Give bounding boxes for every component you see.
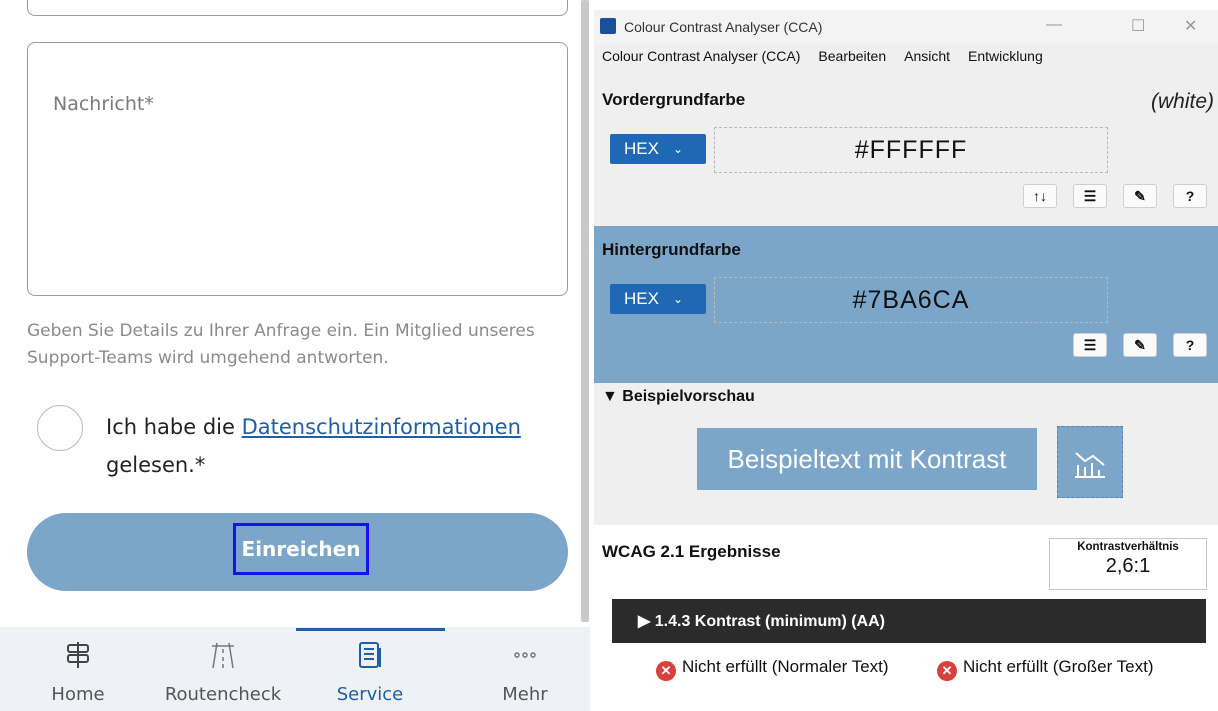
tab-routencheck-label: Routencheck	[164, 684, 282, 705]
chevron-down-icon: ⌄	[672, 292, 684, 306]
mobile-app-panel: Nachricht* Geben Sie Details zu Ihrer An…	[0, 0, 594, 711]
menu-item-bearbeiten[interactable]: Bearbeiten	[818, 48, 886, 74]
message-textarea[interactable]: Nachricht*	[27, 42, 568, 296]
helper-text: Geben Sie Details zu Ihrer Anfrage ein. …	[27, 321, 535, 368]
menu-item-ansicht[interactable]: Ansicht	[904, 48, 950, 74]
tab-service[interactable]: Service	[310, 640, 430, 710]
foreground-hex-input[interactable]: #FFFFFF	[714, 127, 1108, 173]
tab-mehr[interactable]: Mehr	[465, 640, 585, 710]
foreground-format-select[interactable]: HEX ⌄	[610, 134, 706, 164]
consent-text: Ich habe die Datenschutzinformationen ge…	[106, 408, 546, 484]
eyedropper-icon[interactable]: ✎	[1123, 333, 1157, 357]
result-large-text: ✕ Nicht erfüllt (Großer Text)	[937, 656, 1217, 681]
tab-routencheck[interactable]: Routencheck	[163, 640, 283, 710]
minimize-icon[interactable]: —	[1046, 16, 1062, 34]
window-title: Colour Contrast Analyser (CCA)	[624, 19, 823, 35]
document-icon	[310, 640, 430, 670]
menu-bar: Colour Contrast Analyser (CCA) Bearbeite…	[594, 48, 1218, 74]
result-normal-label: Nicht erfüllt (Normaler Text)	[682, 657, 889, 676]
criterion-1-4-3-toggle[interactable]: ▶ 1.4.3 Kontrast (minimum) (AA)	[612, 599, 1206, 643]
scrollbar[interactable]	[581, 0, 589, 622]
title-bar: Colour Contrast Analyser (CCA) — ☐ ✕	[594, 10, 1218, 44]
foreground-color-name: (white)	[1150, 90, 1214, 113]
menu-item-app[interactable]: Colour Contrast Analyser (CCA)	[602, 48, 800, 74]
privacy-link[interactable]: Datenschutzinformationen	[242, 415, 521, 439]
help-icon[interactable]: ?	[1173, 184, 1207, 208]
previous-input-field[interactable]	[27, 0, 568, 16]
background-label: Hintergrundfarbe	[602, 240, 741, 259]
fail-icon: ✕	[656, 661, 676, 681]
tab-home[interactable]: Home	[18, 640, 138, 710]
preview-toggle[interactable]: ▼ Beispielvorschau	[602, 388, 755, 406]
contrast-ratio-box: Kontrastverhältnis 2,6:1	[1049, 538, 1207, 590]
swap-colors-icon[interactable]: ↑↓	[1023, 184, 1057, 208]
sample-text-preview: Beispieltext mit Kontrast	[697, 428, 1037, 490]
maximize-icon[interactable]: ☐	[1131, 16, 1145, 36]
results-title: WCAG 2.1 Ergebnisse	[602, 542, 781, 561]
tab-mehr-label: Mehr	[502, 684, 548, 705]
sliders-icon[interactable]: ☰	[1073, 184, 1107, 208]
background-format-select[interactable]: HEX ⌄	[610, 284, 706, 314]
privacy-consent-radio[interactable]	[37, 405, 83, 451]
active-tab-indicator	[296, 628, 445, 631]
cca-window: Colour Contrast Analyser (CCA) — ☐ ✕ Col…	[594, 10, 1218, 711]
eyedropper-icon[interactable]: ✎	[1123, 184, 1157, 208]
result-large-label: Nicht erfüllt (Großer Text)	[963, 657, 1154, 676]
foreground-format-label: HEX	[624, 139, 659, 158]
consent-suffix: gelesen.*	[106, 453, 206, 477]
sliders-icon[interactable]: ☰	[1073, 333, 1107, 357]
background-hex-input[interactable]: #7BA6CA	[714, 277, 1108, 323]
tab-service-label: Service	[336, 684, 404, 705]
tab-home-label: Home	[51, 684, 105, 705]
message-placeholder: Nachricht*	[53, 93, 154, 115]
menu-item-entwicklung[interactable]: Entwicklung	[968, 48, 1043, 74]
result-normal-text: ✕ Nicht erfüllt (Normaler Text)	[656, 656, 916, 681]
foreground-label: Vordergrundfarbe	[602, 90, 746, 109]
ratio-value: 2,6:1	[1105, 555, 1151, 577]
road-icon	[163, 640, 283, 670]
fail-icon: ✕	[937, 661, 957, 681]
more-dots-icon	[465, 640, 585, 670]
consent-prefix: Ich habe die	[106, 415, 242, 439]
signpost-icon	[18, 640, 138, 670]
ratio-caption: Kontrastverhältnis	[1077, 541, 1179, 553]
close-icon[interactable]: ✕	[1184, 16, 1197, 36]
chart-icon	[1075, 452, 1105, 478]
chart-preview-button[interactable]	[1057, 426, 1123, 498]
cca-app-icon	[600, 18, 616, 34]
submit-button-label-highlighted[interactable]: Einreichen	[233, 523, 369, 575]
background-format-label: HEX	[624, 289, 659, 308]
chevron-down-icon: ⌄	[672, 142, 684, 156]
help-icon[interactable]: ?	[1173, 333, 1207, 357]
